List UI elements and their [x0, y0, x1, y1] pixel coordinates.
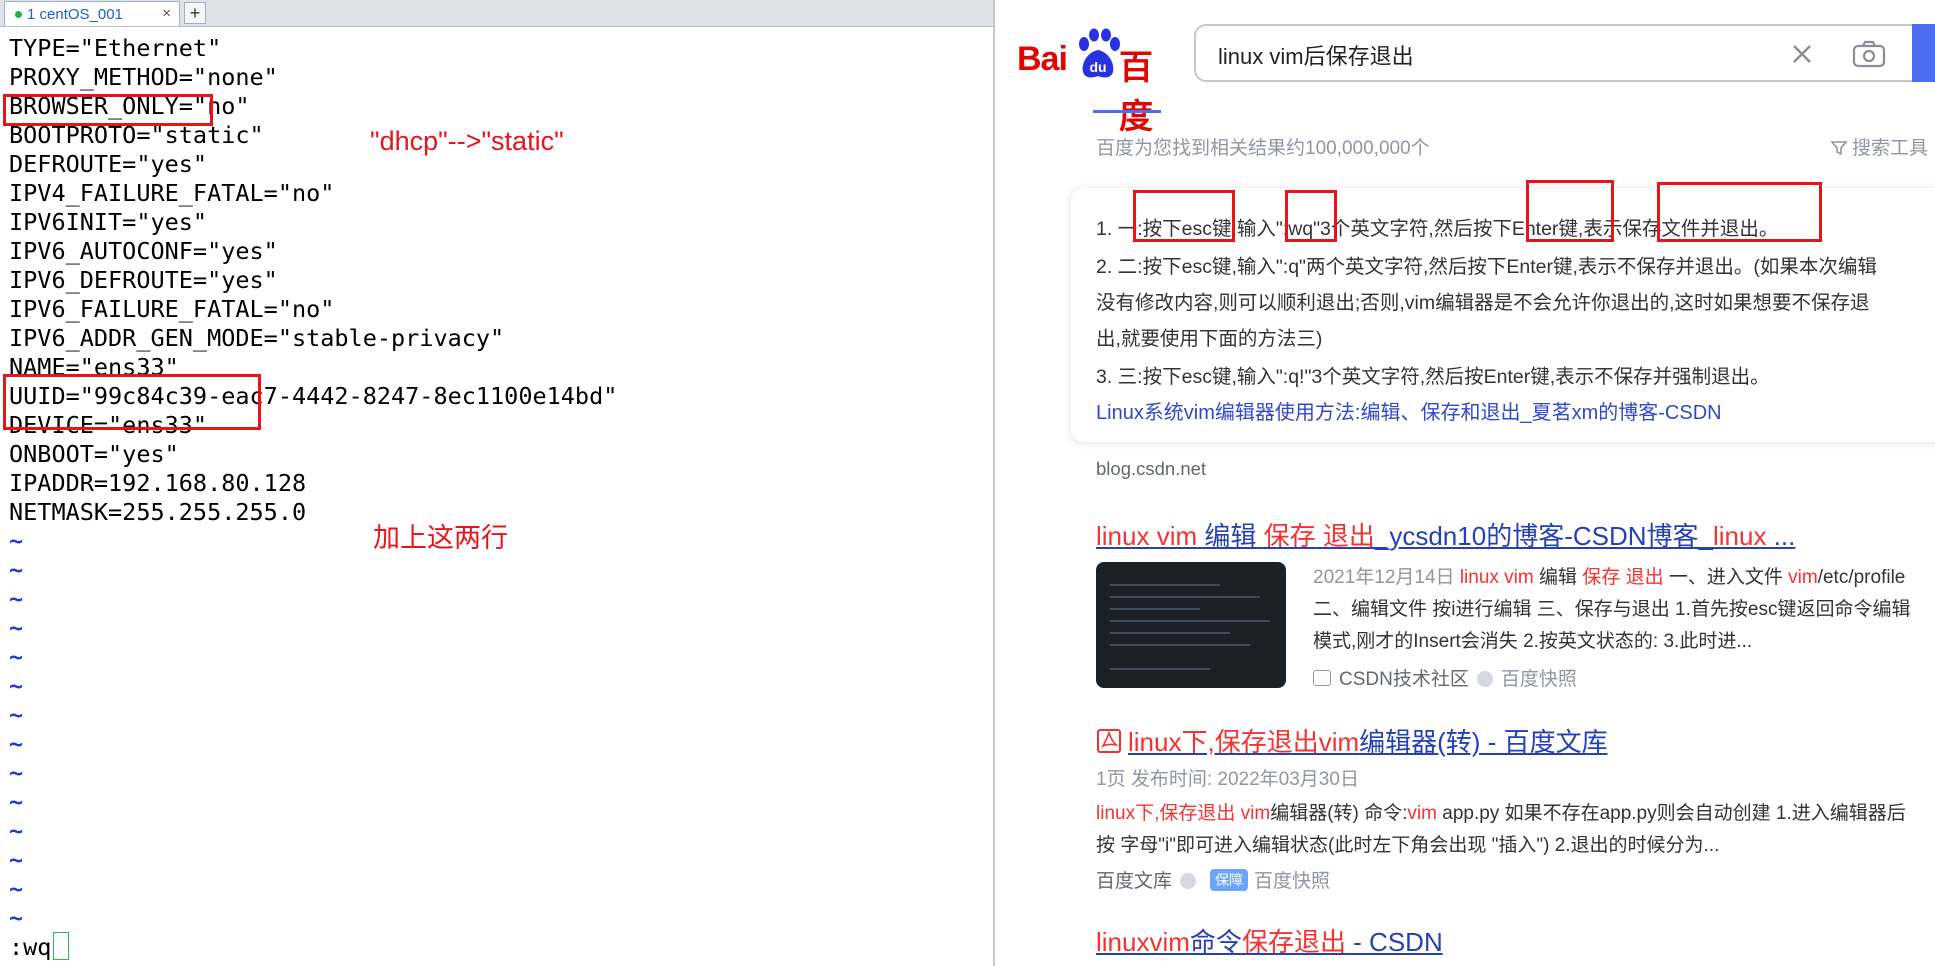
empty-line-marker: ~ — [9, 846, 24, 874]
text-cursor — [53, 932, 70, 960]
answer-line-5: 3. 三:按下esc键,输入":q!"3个英文字符,然后按Enter键,表示不保… — [1096, 366, 1770, 388]
connected-status-icon — [15, 11, 22, 18]
empty-line-marker: ~ — [9, 643, 24, 671]
active-tab-indicator — [1093, 110, 1161, 113]
config-line: TYPE="Ethernet" — [9, 34, 222, 62]
csdn-icon — [1313, 670, 1331, 686]
close-tab-icon[interactable]: × — [162, 5, 171, 22]
result-1-snippet-line-3: 模式,刚才的Insert会消失 2.按英文状态的: 3.此时进... — [1313, 631, 1753, 652]
config-line: ONBOOT="yes" — [9, 440, 179, 468]
browser-page: Bai du 百度 百度为您找到相关结果约100,000,000个 搜索工具 1… — [995, 0, 1935, 966]
empty-line-marker: ~ — [9, 875, 24, 903]
config-line: PROXY_METHOD="none" — [9, 63, 278, 91]
search-button[interactable] — [1912, 24, 1935, 82]
config-line: IPV6_FAILURE_FATAL="no" — [9, 295, 335, 323]
highlight-box-esc — [1133, 190, 1235, 242]
result-1-thumbnail[interactable] — [1096, 562, 1286, 688]
clear-icon[interactable] — [1787, 39, 1817, 69]
result-1-meta: CSDN技术社区 百度快照 — [1313, 664, 1577, 691]
highlight-box-bootproto — [3, 94, 213, 126]
filter-icon — [1830, 141, 1848, 156]
answer-line-2: 2. 二:按下esc键,输入":q"两个英文字符,然后按下Enter键,表示不保… — [1096, 256, 1877, 278]
paw-icon: du — [1079, 28, 1120, 78]
answer-line-3: 没有修改内容,则可以顺利退出;否则,vim编辑器是不会允许你退出的,这时如果想要… — [1096, 292, 1870, 314]
answer-line-4: 出,就要使用下面的方法三) — [1096, 328, 1323, 350]
baidu-logo[interactable]: Bai du 百度 — [1017, 24, 1177, 136]
result-1-snippet-line-1: 2021年12月14日 linux vim 编辑 保存 退出 一、进入文件 vi… — [1313, 567, 1906, 588]
search-box — [1194, 24, 1935, 82]
result-1-snippet-line-2: 二、编辑文件 按i进行编辑 三、保存与退出 1.首先按esc键返回命令编辑 — [1313, 599, 1911, 620]
vim-command-line[interactable]: :wq — [9, 932, 70, 962]
result-count: 百度为您找到相关结果约100,000,000个 — [1096, 138, 1430, 159]
answer-source-domain: blog.csdn.net — [1096, 458, 1207, 479]
search-tools-label: 搜索工具 — [1852, 138, 1929, 159]
pdf-icon — [1097, 729, 1121, 753]
empty-line-marker: ~ — [9, 904, 24, 932]
highlight-box-ip-lines — [3, 374, 261, 430]
config-line: IPV6INIT="yes" — [9, 208, 208, 236]
empty-line-marker: ~ — [9, 701, 24, 729]
empty-line-marker: ~ — [9, 672, 24, 700]
terminal-tab-bar: 1 centOS_001 × + — [0, 0, 993, 27]
new-tab-button[interactable]: + — [184, 2, 206, 24]
empty-line-marker: ~ — [9, 817, 24, 845]
highlight-box-save-exit — [1657, 182, 1822, 242]
result-2-snippet-line-2: 按 字母"i"即可进入编辑状态(此时左下角会出现 "插入") 2.退出的时候分为… — [1096, 835, 1720, 856]
logo-latin: Bai — [1017, 40, 1068, 78]
annotation-add-lines: 加上这两行 — [373, 523, 508, 553]
empty-line-marker: ~ — [9, 556, 24, 584]
empty-line-marker: ~ — [9, 527, 24, 555]
terminal-window[interactable]: 1 centOS_001 × + TYPE="Ethernet" PROXY_ME… — [0, 0, 993, 966]
empty-line-marker: ~ — [9, 730, 24, 758]
shield-icon — [1476, 671, 1493, 687]
shield-icon — [1180, 873, 1197, 889]
config-line: IPV6_ADDR_GEN_MODE="stable-privacy" — [9, 324, 505, 352]
config-line: IPV4_FAILURE_FATAL="no" — [9, 179, 335, 207]
config-line: IPV6_DEFROUTE="yes" — [9, 266, 278, 294]
search-tools-button[interactable]: 搜索工具 — [1830, 133, 1928, 160]
annotation-bootproto: "dhcp"-->"static" — [370, 126, 564, 156]
result-1-snapshot[interactable]: 百度快照 — [1501, 669, 1577, 690]
empty-line-marker: ~ — [9, 788, 24, 816]
empty-line-marker: ~ — [9, 585, 24, 613]
result-1-site[interactable]: CSDN技术社区 — [1339, 669, 1469, 690]
result-2-meta: 1页 发布时间: 2022年03月30日 — [1096, 769, 1359, 790]
result-2-title[interactable]: linux下,保存退出vim编辑器(转) - 百度文库 — [1096, 722, 1608, 759]
session-tab-label: 1 centOS_001 — [27, 6, 123, 23]
vim-buffer[interactable]: TYPE="Ethernet" PROXY_METHOD="none" BROWSE… — [9, 34, 617, 933]
search-input[interactable] — [1216, 38, 1780, 72]
result-2-site[interactable]: 百度文库 — [1096, 871, 1172, 892]
session-tab[interactable]: 1 centOS_001 × — [4, 1, 180, 26]
empty-line-marker: ~ — [9, 614, 24, 642]
config-line: NETMASK=255.255.255.0 — [9, 498, 307, 526]
camera-icon[interactable] — [1851, 39, 1887, 69]
highlight-box-enter — [1526, 180, 1614, 242]
highlight-box-wq — [1285, 190, 1337, 242]
result-2-source: 百度文库 保障 百度快照 — [1096, 866, 1330, 893]
command-text: :wq — [9, 933, 52, 961]
result-2-snapshot[interactable]: 百度快照 — [1254, 871, 1330, 892]
result-3-title[interactable]: linuxvim命令保存退出 - CSDN — [1096, 922, 1443, 959]
config-line: IPADDR=192.168.80.128 — [9, 469, 307, 497]
guarantee-badge: 保障 — [1210, 869, 1249, 891]
answer-source-link[interactable]: Linux系统vim编辑器使用方法:编辑、保存和退出_夏茗xm的博客-CSDN — [1096, 396, 1722, 425]
config-line: IPV6_AUTOCONF="yes" — [9, 237, 278, 265]
result-2-snippet-line-1: linux下,保存退出 vim编辑器(转) 命令:vim app.py 如果不存… — [1096, 803, 1906, 824]
result-1-title[interactable]: linux vim 编辑 保存 退出_ycsdn10的博客-CSDN博客_lin… — [1096, 516, 1795, 553]
empty-line-marker: ~ — [9, 759, 24, 787]
logo-du: du — [1089, 59, 1106, 75]
logo-chinese: 百度 — [1119, 49, 1153, 136]
